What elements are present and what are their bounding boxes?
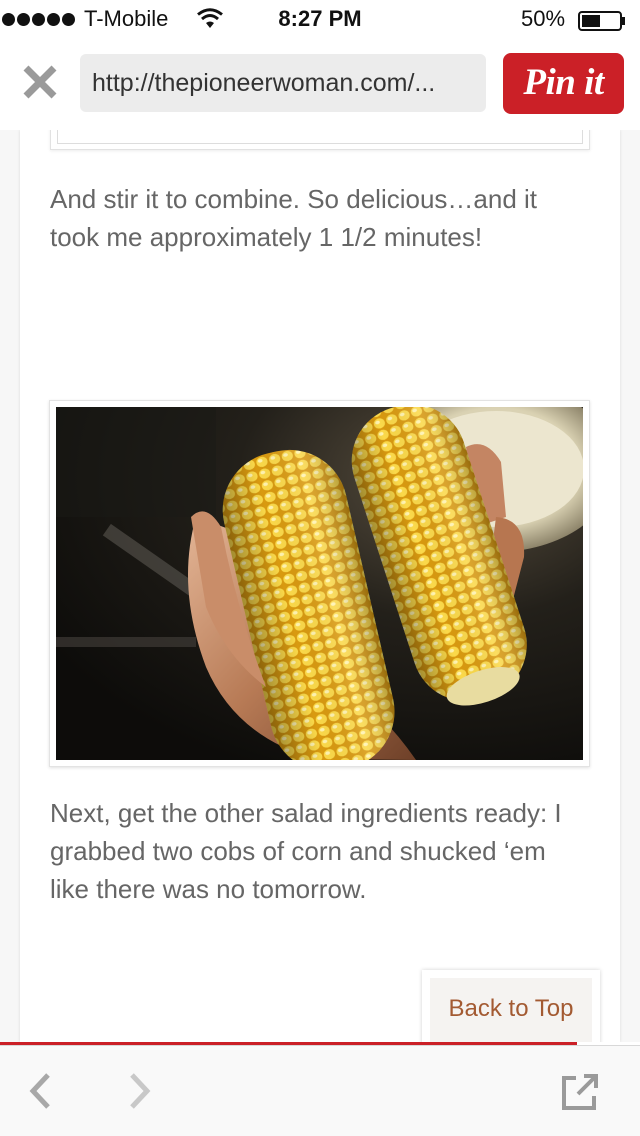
browser-toolbar bbox=[0, 1045, 640, 1136]
web-content: And stir it to combine. So delicious…and… bbox=[0, 130, 640, 1042]
url-field[interactable]: http://thepioneerwoman.com/... bbox=[80, 54, 486, 112]
article-paragraph: And stir it to combine. So delicious…and… bbox=[50, 184, 538, 252]
battery-percent: 50% bbox=[521, 6, 566, 31]
article-page: And stir it to combine. So delicious…and… bbox=[20, 130, 620, 1042]
corn-photo bbox=[56, 407, 583, 760]
pin-it-button[interactable]: Pin it bbox=[503, 53, 624, 114]
article-paragraph: Next, get the other salad ingredients re… bbox=[50, 798, 562, 904]
corn-photo-frame bbox=[49, 400, 590, 767]
share-icon[interactable] bbox=[558, 1070, 602, 1114]
close-icon[interactable] bbox=[18, 60, 62, 104]
previous-image-card bbox=[50, 130, 590, 150]
back-to-top-label: Back to Top bbox=[430, 978, 592, 1042]
status-bar: T-Mobile 8:27 PM 50% bbox=[0, 0, 640, 40]
back-to-top-button[interactable]: Back to Top bbox=[422, 970, 600, 1042]
chevron-left-icon[interactable] bbox=[28, 1072, 52, 1110]
chevron-right-icon[interactable] bbox=[128, 1072, 152, 1110]
battery-icon bbox=[578, 11, 625, 31]
browser-nav-bar: http://thepioneerwoman.com/... Pin it bbox=[0, 40, 640, 130]
